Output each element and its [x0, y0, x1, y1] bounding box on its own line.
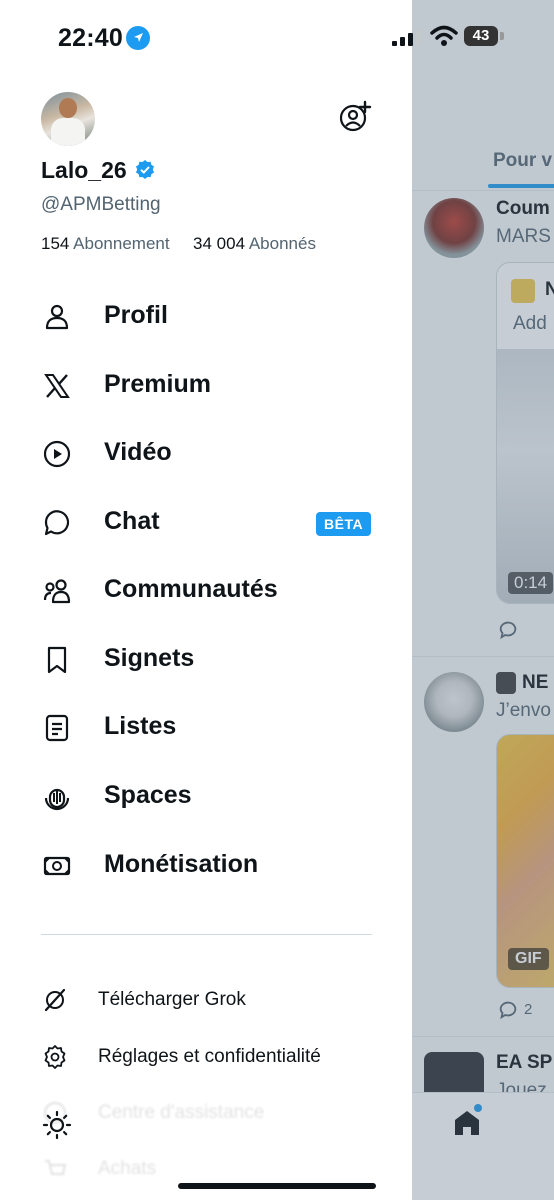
- battery-cap: [500, 32, 504, 40]
- cellular-signal-icon: [392, 30, 421, 46]
- cart-icon: [45, 1160, 67, 1175]
- menu-label: Premium: [104, 370, 211, 398]
- followers-count[interactable]: 34 004: [193, 234, 245, 253]
- user-handle[interactable]: @APMBetting: [41, 194, 161, 216]
- verified-badge-icon: [136, 160, 154, 179]
- menu-label: Signets: [104, 644, 195, 672]
- menu-item-settings[interactable]: Réglages et confidentialité: [0, 1036, 412, 1076]
- following-label[interactable]: Abonnement: [73, 234, 169, 253]
- menu-label: Réglages et confidentialité: [98, 1046, 321, 1067]
- bookmark-icon: [47, 646, 67, 674]
- people-icon: [43, 579, 71, 604]
- followers-label[interactable]: Abonnés: [249, 234, 316, 253]
- beta-badge: BÊTA: [316, 512, 372, 536]
- avatar[interactable]: [41, 92, 95, 146]
- menu-label: Listes: [104, 712, 177, 740]
- chat-bubble-icon: [44, 510, 70, 536]
- menu-item-listes[interactable]: Listes: [0, 703, 412, 753]
- grok-icon: [44, 988, 66, 1012]
- display-mode-sun-icon[interactable]: [42, 1110, 72, 1140]
- person-icon: [45, 304, 69, 330]
- add-account-icon[interactable]: [338, 100, 372, 134]
- money-icon: [43, 856, 71, 876]
- wifi-icon: [430, 25, 458, 46]
- battery-indicator: 43: [464, 26, 498, 46]
- following-count[interactable]: 154: [41, 234, 69, 253]
- menu-item-video[interactable]: Vidéo: [0, 429, 412, 479]
- menu-label: Vidéo: [104, 438, 172, 466]
- menu-label: Achats: [98, 1158, 157, 1179]
- list-icon: [45, 714, 69, 742]
- gear-icon: [44, 1045, 66, 1069]
- menu-item-signets[interactable]: Signets: [0, 635, 412, 685]
- x-logo-icon: [44, 374, 70, 398]
- menu-label: Profil: [104, 301, 168, 329]
- menu-item-grok[interactable]: Télécharger Grok: [0, 979, 412, 1019]
- menu-item-premium[interactable]: Premium: [0, 361, 412, 411]
- spaces-icon: [44, 788, 70, 811]
- menu-item-profil[interactable]: Profil: [0, 292, 412, 342]
- menu-label: Chat: [104, 507, 160, 535]
- menu-item-purchases[interactable]: Achats: [0, 1148, 412, 1188]
- menu-item-spaces[interactable]: Spaces: [0, 772, 412, 822]
- menu-item-monetisation[interactable]: Monétisation: [0, 841, 412, 891]
- home-indicator[interactable]: [178, 1183, 376, 1189]
- play-circle-icon: [43, 440, 71, 468]
- menu-divider: [41, 934, 372, 935]
- menu-label: Centre d'assistance: [98, 1102, 265, 1123]
- follow-counts: 154 Abonnement 34 004 Abonnés: [41, 234, 316, 254]
- drawer-backdrop[interactable]: [412, 0, 554, 1200]
- location-arrow-icon: [126, 26, 150, 50]
- menu-label: Monétisation: [104, 850, 259, 878]
- status-bar: 22:40 43: [0, 0, 554, 76]
- menu-item-communautes[interactable]: Communautés: [0, 566, 412, 616]
- menu-label: Communautés: [104, 575, 278, 603]
- status-time: 22:40: [58, 24, 123, 52]
- navigation-drawer: Lalo_26 @APMBetting 154 Abonnement 34 00…: [0, 0, 412, 1200]
- display-name[interactable]: Lalo_26: [41, 157, 127, 184]
- menu-label: Télécharger Grok: [98, 989, 246, 1010]
- menu-label: Spaces: [104, 781, 192, 809]
